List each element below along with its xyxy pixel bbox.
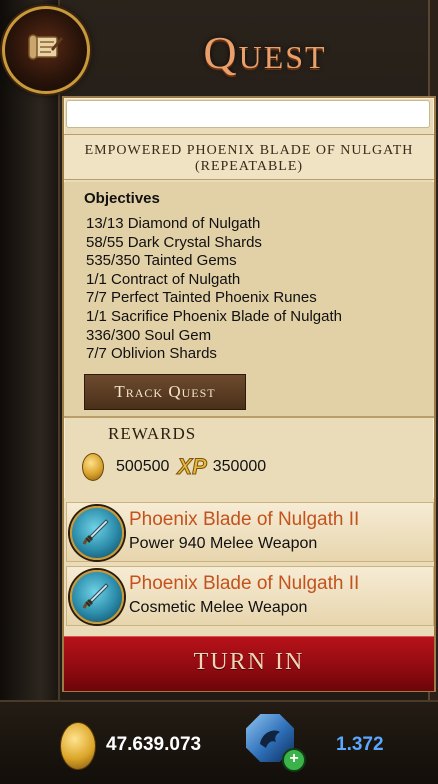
objective-item: 7/7 Perfect Tainted Phoenix Runes — [86, 289, 317, 307]
quest-name: EMPOWERED PHOENIX BLADE OF NULGATH (REPE… — [64, 134, 434, 180]
rewards-label: REWARDS — [108, 424, 197, 443]
game-frame: Quest EMPOWERED PHOENIX BLADE OF NULGATH… — [0, 0, 438, 784]
add-acs-button[interactable]: + — [282, 748, 306, 772]
page-title: Quest — [203, 27, 327, 78]
reward-item-desc: Power 940 Melee Weapon — [129, 535, 318, 552]
sword-icon — [70, 570, 124, 624]
reward-xp: 350000 — [212, 458, 267, 475]
objective-item: 535/350 Tainted Gems — [86, 252, 237, 270]
left-rail — [0, 0, 60, 700]
quest-name-line2: (REPEATABLE) — [194, 159, 304, 174]
objective-item: 7/7 Oblivion Shards — [86, 345, 217, 363]
reward-item-desc: Cosmetic Melee Weapon — [129, 599, 308, 616]
reward-items: Phoenix Blade of Nulgath II Power 940 Me… — [64, 498, 434, 640]
reward-item-card[interactable]: Phoenix Blade of Nulgath II Cosmetic Mel… — [66, 566, 434, 626]
objective-item: 1/1 Sacrifice Phoenix Blade of Nulgath — [86, 307, 342, 325]
objectives-section: Objectives 13/13 Diamond of Nulgath 58/5… — [64, 182, 434, 416]
quest-panel: EMPOWERED PHOENIX BLADE OF NULGATH (REPE… — [62, 96, 436, 692]
gold-amount: 47.639.073 — [106, 734, 202, 755]
objectives-title: Objectives — [84, 190, 160, 207]
reward-item-name: Phoenix Blade of Nulgath II — [129, 509, 360, 530]
reward-gold: 500500 — [116, 458, 170, 475]
divider — [64, 416, 434, 418]
reward-item-name: Phoenix Blade of Nulgath II — [129, 573, 360, 594]
reward-currency-row: 500500 XP 350000 — [82, 453, 267, 481]
objective-item: 58/55 Dark Crystal Shards — [86, 233, 262, 251]
sword-icon — [70, 506, 124, 560]
gold-coin-icon — [60, 722, 96, 770]
reward-item-card[interactable]: Phoenix Blade of Nulgath II Power 940 Me… — [66, 502, 434, 562]
quest-name-line1: EMPOWERED PHOENIX BLADE OF NULGATH — [84, 143, 414, 158]
objective-item: 13/13 Diamond of Nulgath — [86, 215, 261, 232]
quest-scroll-icon[interactable] — [2, 6, 90, 94]
quest-search-bar[interactable] — [66, 100, 430, 128]
acs-amount: 1.372 — [336, 734, 384, 755]
gold-coin-icon — [82, 453, 104, 481]
xp-icon: XP — [177, 454, 207, 480]
track-quest-button[interactable]: Track Quest — [84, 374, 246, 410]
currency-bar: 47.639.073 + 1.372 — [0, 700, 438, 784]
objectives-list: 13/13 Diamond of Nulgath 58/55 Dark Crys… — [86, 215, 342, 364]
turn-in-button[interactable]: TURN IN — [64, 636, 434, 691]
objective-item: 1/1 Contract of Nulgath — [86, 270, 241, 288]
objective-item: 336/300 Soul Gem — [86, 326, 212, 344]
